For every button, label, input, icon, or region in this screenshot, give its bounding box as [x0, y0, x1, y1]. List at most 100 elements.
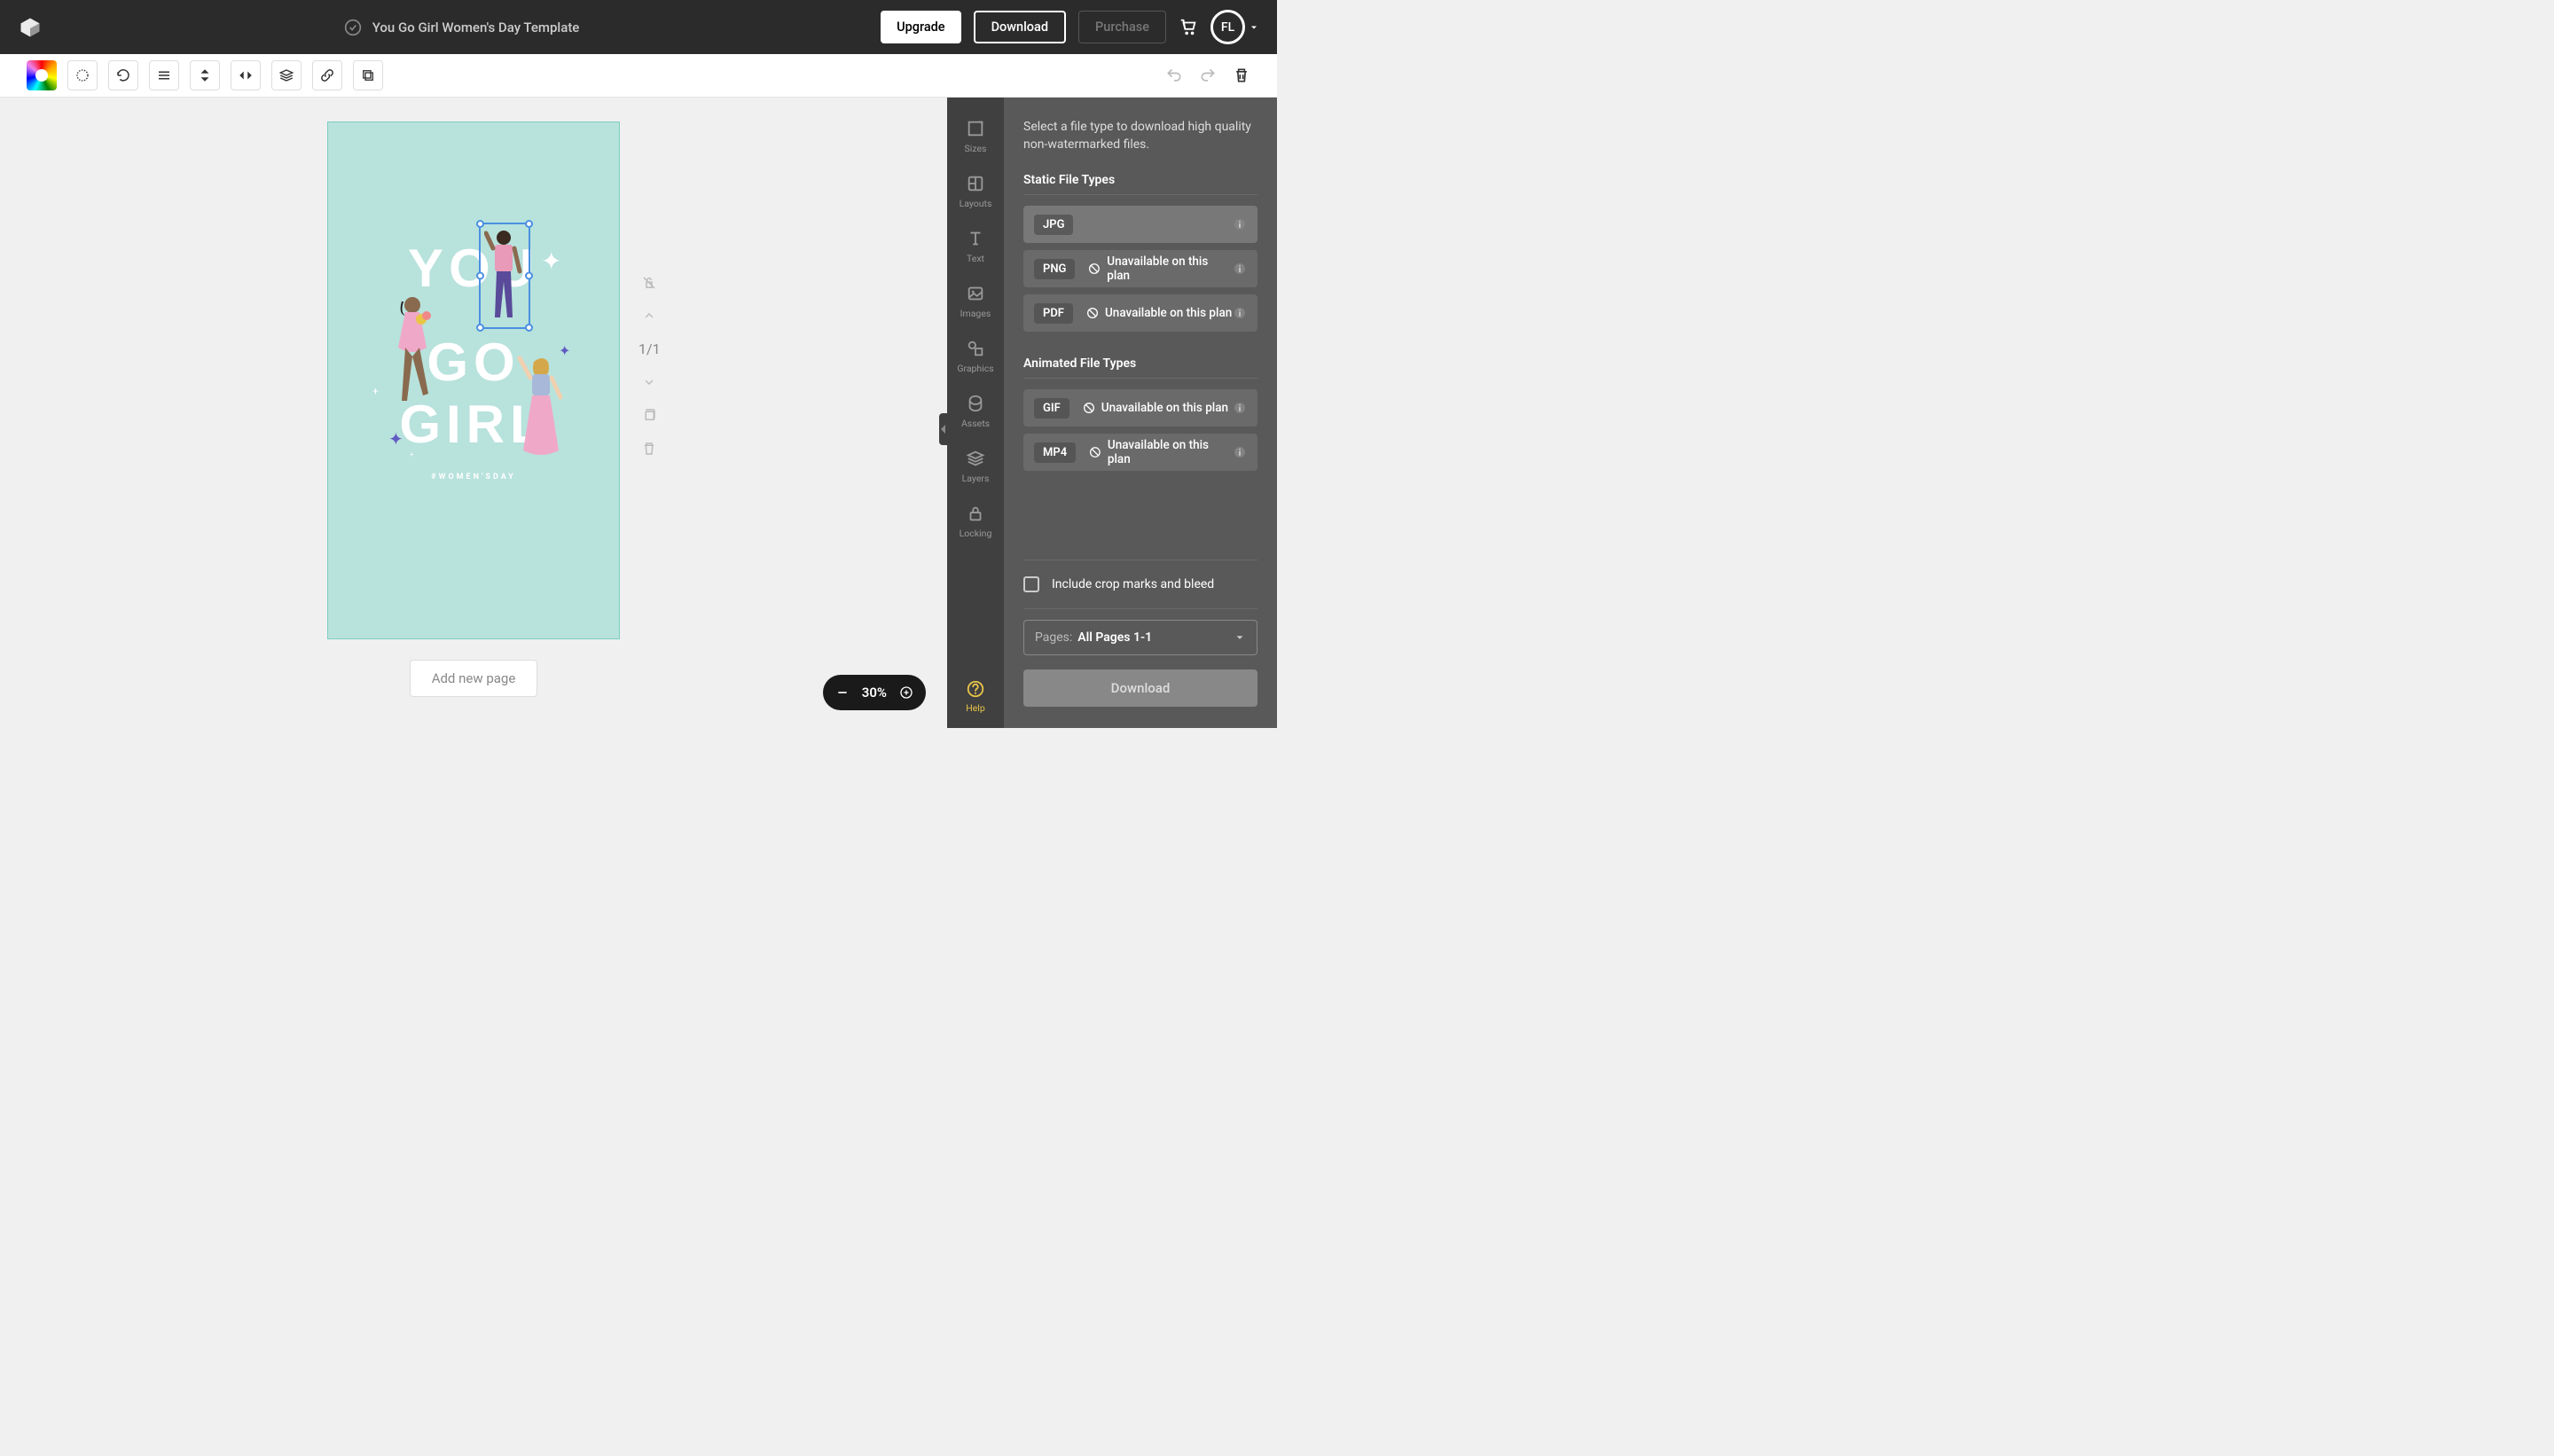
canvas-hashtag[interactable]: #WOMEN'SDAY	[431, 473, 516, 481]
crop-marks-label: Include crop marks and bleed	[1052, 577, 1214, 591]
canvas-star-icon: ✦	[541, 247, 561, 276]
panel-collapse-handle[interactable]	[939, 413, 947, 445]
redo-icon[interactable]	[1199, 67, 1217, 84]
unavailable-icon	[1082, 401, 1096, 415]
canvas-star-icon: ✦	[388, 428, 403, 450]
flip-vertical-button[interactable]	[190, 60, 220, 90]
info-icon[interactable]	[1233, 306, 1247, 320]
nav-locking[interactable]: Locking	[947, 495, 1004, 548]
canvas-area[interactable]: YOU GO GIRL #WOMEN'SDAY ✦ ✦ ✦ + +	[0, 98, 947, 728]
delete-page-icon[interactable]	[641, 441, 657, 457]
add-page-button[interactable]: Add new page	[410, 660, 538, 697]
rotate-button[interactable]	[108, 60, 138, 90]
nav-label: Layouts	[960, 198, 992, 209]
zoom-control: 30%	[823, 675, 926, 710]
pages-select-value: All Pages 1-1	[1077, 630, 1152, 645]
nav-sizes[interactable]: Sizes	[947, 110, 1004, 163]
opacity-button[interactable]	[67, 60, 98, 90]
delete-icon[interactable]	[1233, 67, 1250, 84]
canvas-graphic[interactable]	[386, 294, 439, 410]
resize-handle[interactable]	[476, 220, 484, 228]
selection-box[interactable]	[479, 223, 530, 329]
nav-assets[interactable]: Assets	[947, 385, 1004, 438]
file-type-badge: MP4	[1034, 442, 1076, 463]
canvas-star-icon: +	[372, 385, 379, 397]
toolbar	[0, 54, 1277, 98]
unavailable-text: Unavailable on this plan	[1107, 254, 1233, 283]
canvas-star-icon: +	[410, 450, 414, 458]
nav-label: Locking	[960, 528, 992, 539]
side-nav: Sizes Layouts Text Images Graphics Asset…	[947, 98, 1004, 728]
page-indicator: 1/1	[638, 341, 661, 357]
align-button[interactable]	[149, 60, 179, 90]
nav-help[interactable]: Help	[947, 679, 1004, 714]
info-icon[interactable]	[1233, 445, 1247, 459]
panel-description: Select a file type to download high qual…	[1023, 119, 1257, 153]
layers-button[interactable]	[271, 60, 302, 90]
file-type-jpg[interactable]: JPG	[1023, 206, 1257, 243]
divider	[1023, 608, 1257, 609]
file-type-gif[interactable]: GIF Unavailable on this plan	[1023, 389, 1257, 427]
file-type-png[interactable]: PNG Unavailable on this plan	[1023, 250, 1257, 287]
info-icon[interactable]	[1233, 401, 1247, 415]
resize-handle[interactable]	[476, 324, 484, 332]
crop-marks-checkbox-row[interactable]: Include crop marks and bleed	[1023, 576, 1257, 592]
lock-page-icon[interactable]	[641, 275, 657, 291]
nav-graphics[interactable]: Graphics	[947, 330, 1004, 383]
download-action-button[interactable]: Download	[1023, 669, 1257, 707]
zoom-level: 30%	[862, 685, 887, 701]
nav-label: Assets	[961, 418, 990, 429]
canvas[interactable]: YOU GO GIRL #WOMEN'SDAY ✦ ✦ ✦ + +	[328, 122, 619, 638]
nav-text[interactable]: Text	[947, 220, 1004, 273]
canvas-star-icon: ✦	[559, 342, 570, 359]
resize-handle[interactable]	[525, 272, 533, 280]
page-controls: 1/1	[638, 275, 661, 457]
flip-horizontal-button[interactable]	[231, 60, 261, 90]
pages-select-label: Pages:	[1035, 630, 1072, 645]
nav-label: Layers	[962, 473, 990, 484]
undo-icon[interactable]	[1165, 67, 1183, 84]
file-type-badge: JPG	[1034, 215, 1073, 235]
user-menu[interactable]: FL	[1210, 10, 1259, 44]
unavailable-icon	[1085, 306, 1100, 320]
unavailable-icon	[1088, 445, 1102, 459]
file-type-mp4[interactable]: MP4 Unavailable on this plan	[1023, 434, 1257, 471]
pages-select[interactable]: Pages: All Pages 1-1	[1023, 620, 1257, 655]
canvas-text[interactable]: GO	[427, 332, 520, 393]
page-up-icon[interactable]	[642, 309, 656, 323]
copy-button[interactable]	[353, 60, 383, 90]
duplicate-page-icon[interactable]	[641, 407, 657, 423]
checkbox[interactable]	[1023, 576, 1039, 592]
resize-handle[interactable]	[525, 220, 533, 228]
document-title[interactable]: You Go Girl Women's Day Template	[372, 20, 580, 35]
info-icon[interactable]	[1233, 217, 1247, 231]
resize-handle[interactable]	[476, 272, 484, 280]
link-button[interactable]	[312, 60, 342, 90]
canvas-graphic[interactable]	[514, 353, 568, 468]
app-header: You Go Girl Women's Day Template Upgrade…	[0, 0, 1277, 54]
chevron-down-icon	[1249, 22, 1259, 33]
cart-icon[interactable]	[1179, 18, 1198, 37]
file-type-pdf[interactable]: PDF Unavailable on this plan	[1023, 294, 1257, 332]
resize-handle[interactable]	[525, 324, 533, 332]
unavailable-text: Unavailable on this plan	[1108, 438, 1233, 466]
divider	[1023, 194, 1257, 195]
app-logo[interactable]	[18, 15, 43, 40]
download-button[interactable]: Download	[974, 11, 1066, 43]
animated-types-heading: Animated File Types	[1023, 356, 1257, 371]
avatar: FL	[1210, 10, 1245, 44]
nav-label: Sizes	[965, 143, 987, 154]
file-type-badge: PDF	[1034, 303, 1073, 324]
nav-images[interactable]: Images	[947, 275, 1004, 328]
zoom-in-button[interactable]	[899, 685, 913, 700]
page-down-icon[interactable]	[642, 375, 656, 389]
nav-layers[interactable]: Layers	[947, 440, 1004, 493]
nav-layouts[interactable]: Layouts	[947, 165, 1004, 218]
upgrade-button[interactable]: Upgrade	[881, 11, 960, 43]
download-panel: Select a file type to download high qual…	[1004, 98, 1277, 728]
zoom-out-button[interactable]	[835, 685, 850, 700]
color-picker-button[interactable]	[27, 60, 57, 90]
purchase-button[interactable]: Purchase	[1078, 11, 1166, 43]
info-icon[interactable]	[1233, 262, 1247, 276]
nav-label: Text	[967, 253, 984, 264]
